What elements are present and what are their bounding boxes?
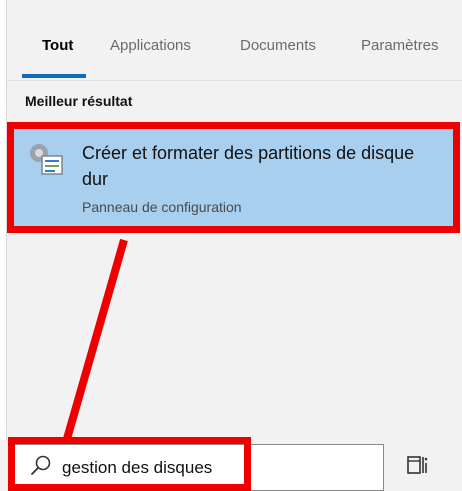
disk-management-icon	[30, 144, 63, 175]
tab-applications[interactable]: Applications	[110, 37, 191, 54]
tab-documents[interactable]: Documents	[240, 37, 316, 54]
tab-settings[interactable]: Paramètres	[361, 37, 439, 54]
best-match-heading: Meilleur résultat	[25, 93, 133, 109]
best-result-title: Créer et formater des partitions de disq…	[82, 143, 415, 189]
task-view-icon[interactable]	[406, 454, 430, 476]
search-query-text: gestion des disques	[62, 458, 213, 477]
active-tab-indicator	[22, 74, 86, 78]
search-icon	[31, 455, 51, 475]
best-result-subtitle: Panneau de configuration	[82, 199, 242, 215]
tab-all[interactable]: Tout	[42, 37, 73, 54]
